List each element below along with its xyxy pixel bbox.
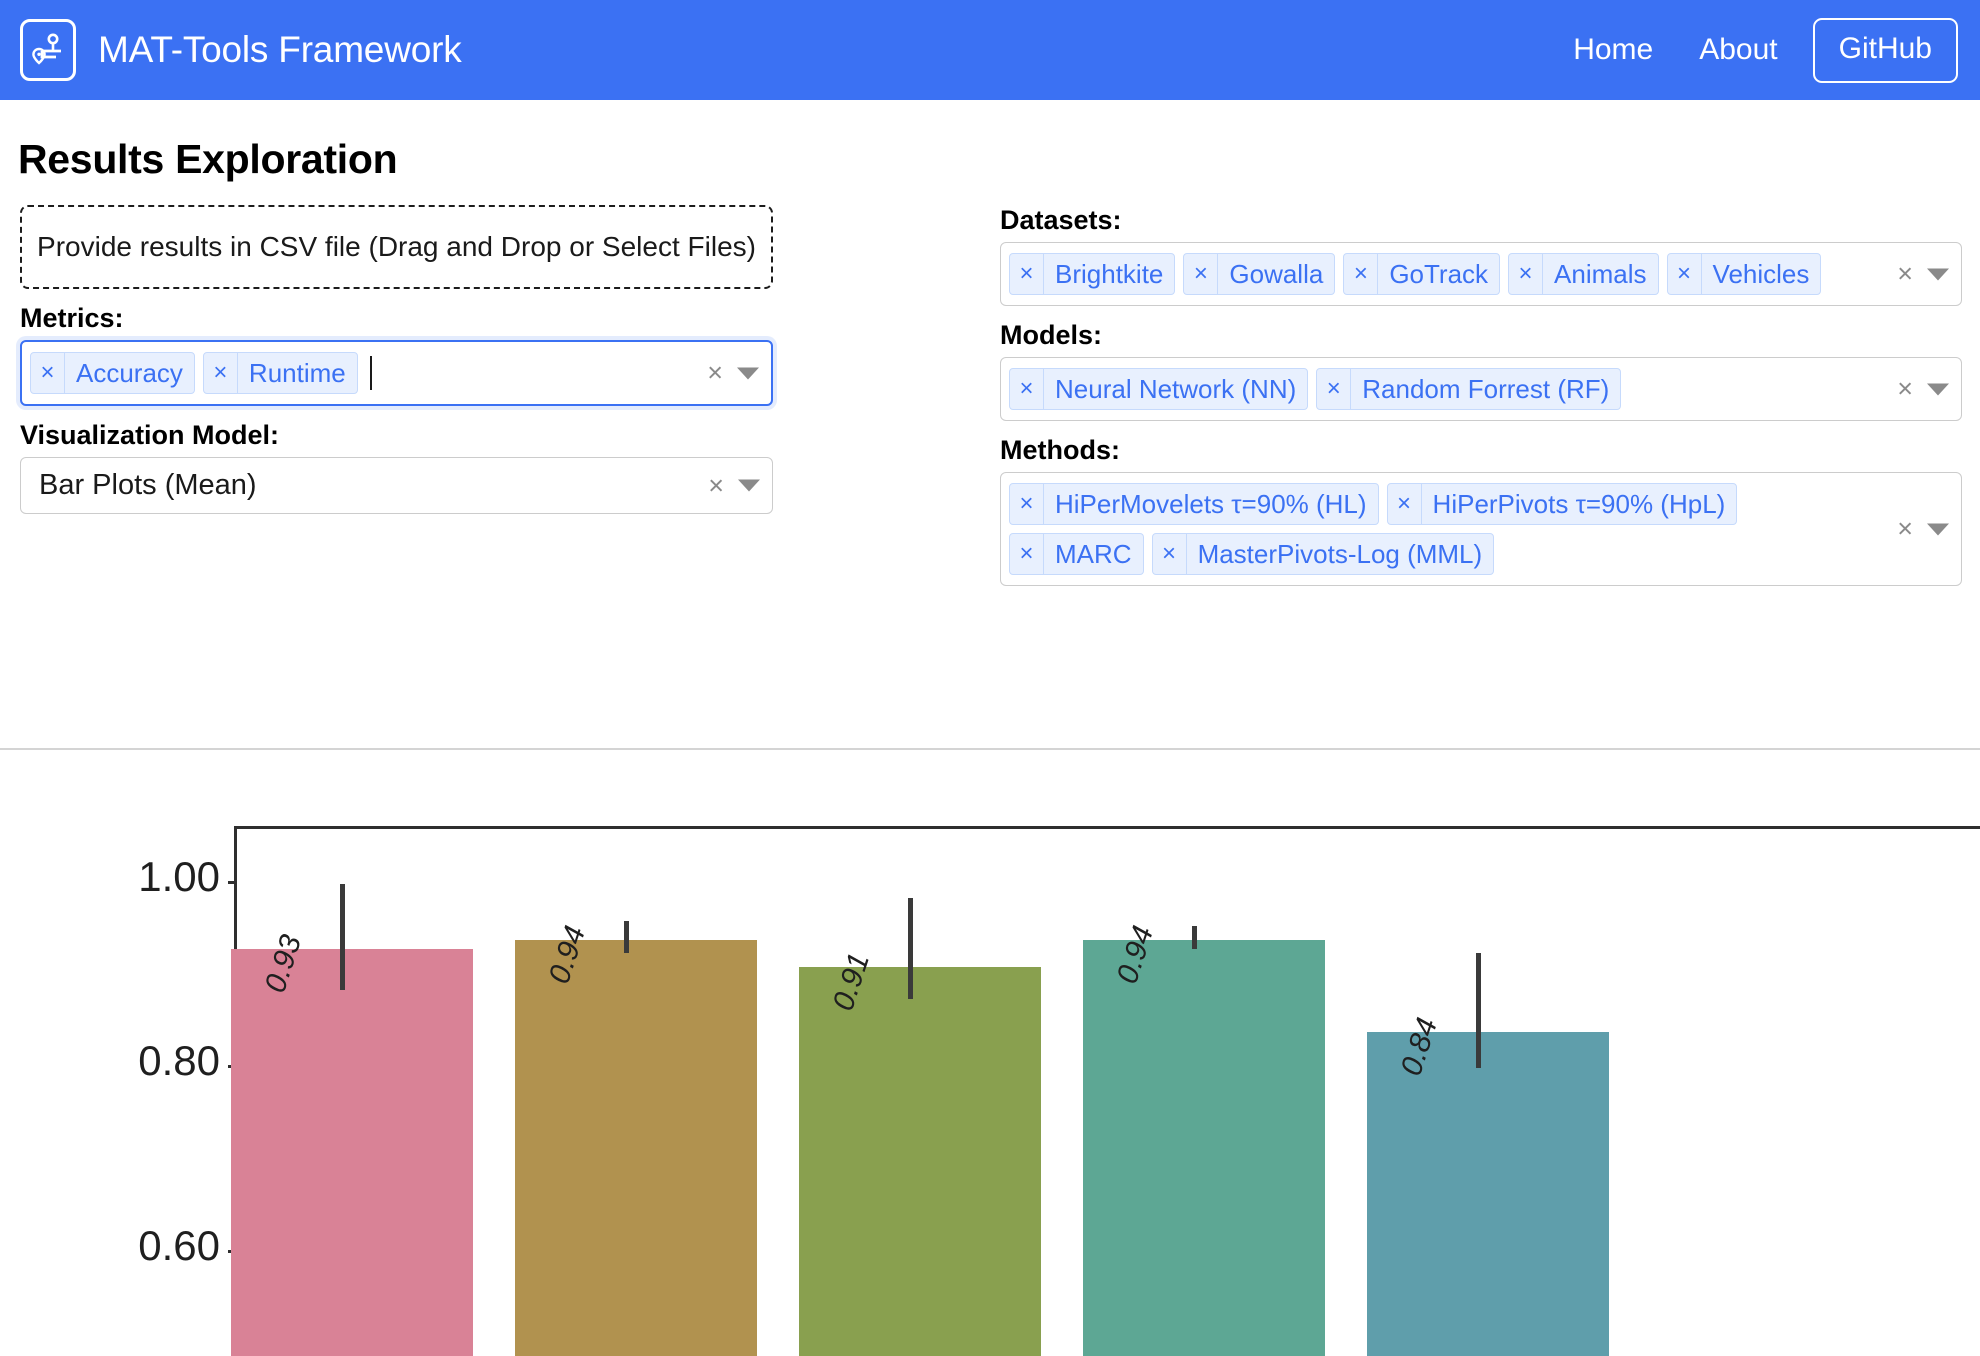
tag-dataset-gowalla[interactable]: × Gowalla — [1183, 253, 1336, 295]
remove-icon[interactable]: × — [1388, 484, 1422, 524]
chart-bar — [1367, 1031, 1609, 1356]
visualization-model-label: Visualization Model: — [20, 420, 280, 450]
tag-label: Gowalla — [1229, 258, 1324, 289]
tag-label: Runtime — [248, 357, 346, 388]
nav-links: Home About GitHub — [1550, 17, 1958, 83]
tag-label: GoTrack — [1389, 258, 1489, 289]
metrics-select[interactable]: × Accuracy × Runtime × — [20, 340, 773, 406]
remove-icon[interactable]: × — [1317, 369, 1352, 409]
methods-control-icons: × — [1897, 515, 1949, 543]
chart-y-tick-label: 0.60 — [138, 1221, 220, 1269]
tag-model-rf[interactable]: × Random Forrest (RF) — [1316, 368, 1622, 410]
tag-label: HiPerPivots τ=90% (HpL) — [1432, 488, 1726, 519]
remove-icon[interactable]: × — [1668, 254, 1702, 294]
remove-icon[interactable]: × — [31, 353, 65, 393]
visualization-model-control-icons: × — [708, 472, 760, 499]
tag-method-hiperpivots[interactable]: × HiPerPivots τ=90% (HpL) — [1386, 483, 1738, 525]
tag-label: Animals — [1554, 258, 1647, 289]
tag-label: Neural Network (NN) — [1055, 373, 1297, 404]
remove-icon[interactable]: × — [1010, 534, 1044, 574]
tag-dataset-vehicles[interactable]: × Vehicles — [1666, 253, 1822, 295]
remove-icon[interactable]: × — [1509, 254, 1544, 294]
datasets-select[interactable]: × Brightkite × Gowalla × GoTrack × Anima… — [1000, 242, 1962, 306]
tag-label: MARC — [1055, 538, 1132, 569]
chart-y-tick-label: 1.00 — [138, 853, 220, 901]
tag-model-nn[interactable]: × Neural Network (NN) — [1009, 368, 1309, 410]
datasets-label: Datasets: — [1000, 205, 1122, 235]
visualization-model-select[interactable]: Bar Plots (Mean) × — [20, 457, 773, 514]
remove-icon[interactable]: × — [1010, 254, 1044, 294]
remove-icon[interactable]: × — [1010, 484, 1044, 524]
brand-title: MAT-Tools Framework — [98, 29, 462, 70]
chart-error-bar — [908, 898, 913, 1000]
methods-select[interactable]: × HiPerMovelets τ=90% (HL) × HiPerPivots… — [1000, 472, 1962, 586]
chart-error-bar — [1192, 925, 1197, 949]
navbar: MAT-Tools Framework Home About GitHub — [0, 0, 1980, 100]
chart-error-bar — [1476, 953, 1481, 1069]
remove-icon[interactable]: × — [1184, 254, 1219, 294]
clear-icon[interactable]: × — [707, 359, 723, 387]
models-control-icons: × — [1897, 375, 1949, 403]
chart-bar — [231, 948, 473, 1356]
nav-link-about[interactable]: About — [1676, 33, 1800, 67]
chart-bar — [799, 967, 1041, 1356]
tag-method-masterpivots-log[interactable]: × MasterPivots-Log (MML) — [1151, 533, 1495, 575]
chart-error-bar — [340, 884, 345, 991]
remove-icon[interactable]: × — [1010, 369, 1044, 409]
filters-form: Provide results in CSV file (Drag and Dr… — [0, 205, 1980, 705]
page-title: Results Exploration — [18, 136, 398, 182]
chart-y-tick-label: 0.80 — [138, 1037, 220, 1085]
remove-icon[interactable]: × — [1153, 534, 1187, 574]
remove-icon[interactable]: × — [204, 353, 238, 393]
chevron-down-icon[interactable] — [738, 479, 760, 492]
tag-dataset-brightkite[interactable]: × Brightkite — [1009, 253, 1176, 295]
filters-right-column: Datasets: × Brightkite × Gowalla × GoTra… — [1000, 205, 1962, 586]
chart-plot-area: 0.93 0.94 0.91 0.94 0.84 — [231, 826, 1980, 1356]
metrics-control-icons: × — [707, 359, 759, 387]
models-select[interactable]: × Neural Network (NN) × Random Forrest (… — [1000, 357, 1962, 421]
csv-dropzone-label: Provide results in CSV file (Drag and Dr… — [37, 231, 756, 262]
results-bar-chart: Accuracy (RF,MLP) 1.000.800.600.40 0.930… — [0, 760, 1980, 1356]
chevron-down-icon[interactable] — [1927, 523, 1949, 535]
tag-label: Vehicles — [1712, 258, 1810, 289]
github-button[interactable]: GitHub — [1812, 17, 1958, 83]
models-label: Models: — [1000, 320, 1103, 350]
remove-icon[interactable]: × — [1344, 254, 1379, 294]
tag-dataset-gotrack[interactable]: × GoTrack — [1343, 253, 1501, 295]
chevron-down-icon[interactable] — [737, 367, 759, 379]
chevron-down-icon[interactable] — [1927, 268, 1949, 280]
clear-icon[interactable]: × — [1897, 515, 1913, 543]
brand[interactable]: MAT-Tools Framework — [20, 19, 462, 81]
datasets-control-icons: × — [1897, 260, 1949, 288]
chart-error-bar — [624, 921, 629, 954]
tag-metric-runtime[interactable]: × Runtime — [202, 352, 358, 394]
filters-left-column: Provide results in CSV file (Drag and Dr… — [20, 205, 773, 514]
visualization-model-value: Bar Plots (Mean) — [39, 469, 257, 501]
nav-link-home[interactable]: Home — [1550, 33, 1676, 67]
clear-icon[interactable]: × — [1897, 260, 1913, 288]
chart-bar — [515, 939, 757, 1356]
tag-label: MasterPivots-Log (MML) — [1197, 538, 1483, 569]
clear-icon[interactable]: × — [1897, 375, 1913, 403]
section-divider — [0, 748, 1980, 750]
tag-method-marc[interactable]: × MARC — [1009, 533, 1144, 575]
tag-label: Random Forrest (RF) — [1362, 373, 1610, 404]
tag-label: Accuracy — [76, 357, 183, 388]
map-pin-tool-icon — [20, 19, 76, 81]
clear-icon[interactable]: × — [708, 472, 724, 499]
tag-dataset-animals[interactable]: × Animals — [1508, 253, 1659, 295]
tag-label: HiPerMovelets τ=90% (HL) — [1055, 488, 1367, 519]
tag-method-hipermovelets[interactable]: × HiPerMovelets τ=90% (HL) — [1009, 483, 1379, 525]
text-cursor — [369, 356, 372, 390]
tag-label: Brightkite — [1055, 258, 1164, 289]
chart-bar — [1083, 939, 1325, 1356]
chevron-down-icon[interactable] — [1927, 383, 1949, 395]
metrics-label: Metrics: — [20, 303, 124, 333]
tag-metric-accuracy[interactable]: × Accuracy — [30, 352, 195, 394]
csv-dropzone[interactable]: Provide results in CSV file (Drag and Dr… — [20, 205, 773, 289]
methods-label: Methods: — [1000, 435, 1120, 465]
